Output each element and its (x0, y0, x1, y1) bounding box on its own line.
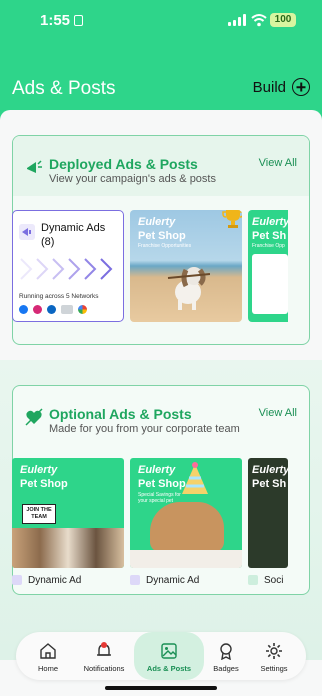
optional-ad-thumbnail: Eulerty Pet Shop Join the team (12, 458, 124, 568)
optional-ad-card-partial[interactable]: Eulerty Pet Sh Soci (248, 458, 288, 587)
tab-home-label: Home (37, 664, 58, 673)
optional-subtitle: Made for you from your corporate team (49, 423, 240, 435)
floor-photo (130, 550, 242, 568)
join-team-sign: Join the team (22, 504, 56, 524)
dynamic-ads-count: (8) (41, 236, 55, 248)
plus-circle-icon (292, 78, 310, 96)
home-indicator (105, 686, 217, 690)
thumb-brand-sub-2: Pet Sh (252, 230, 287, 242)
dynamic-ads-title: Dynamic Ads (8) (41, 221, 105, 249)
network-icons (19, 305, 87, 314)
thumb-tagline-2: Franchise Opp (252, 243, 285, 249)
deployed-ad-thumbnail[interactable]: Eulerty Pet Shop Franchise Opportunities (130, 210, 242, 322)
deployed-view-all-link[interactable]: View All (259, 157, 297, 169)
optional-ad-label-row: Dynamic Ad (12, 573, 124, 587)
social-icon (248, 575, 258, 585)
rabbit-photo (150, 502, 224, 552)
sim-icon (74, 15, 83, 26)
opt-brand-2: Eulerty (138, 464, 176, 476)
page-title: Ads & Posts (12, 78, 116, 99)
bing-icon (61, 305, 73, 314)
signal-icon (228, 14, 246, 26)
build-label: Build (252, 78, 286, 96)
bottom-tab-bar: Home Notifications Ads & Posts Badges Se… (16, 632, 306, 680)
trophy-icon (222, 210, 242, 228)
thumb-brand: Eulerty (138, 216, 176, 228)
dynamic-ads-label: Dynamic Ads (41, 222, 106, 234)
dynamic-ads-card[interactable]: Dynamic Ads (8) Running across 5 Network… (12, 210, 124, 322)
instagram-icon (33, 305, 42, 314)
optional-header: Optional Ads & Posts Made for you from y… (13, 386, 309, 446)
deployed-ad-thumbnail-partial[interactable]: Eulerty Pet Sh Franchise Opp (248, 210, 288, 322)
google-icon (78, 305, 87, 314)
linkedin-icon (47, 305, 56, 314)
tab-ads-posts-label: Ads & Posts (146, 664, 192, 673)
wifi-icon (251, 14, 267, 27)
optional-title: Optional Ads & Posts (49, 406, 192, 422)
optional-ad-card[interactable]: Eulerty Pet Shop Join the team Dynamic A… (12, 458, 124, 587)
battery-indicator: 100 (270, 13, 296, 27)
megaphone-icon (27, 160, 42, 173)
header-bar: 1:55 100 Ads & Posts Build (0, 0, 322, 120)
optional-ad-thumbnail: Eulerty Pet Shop Special Savings for you… (130, 458, 242, 568)
status-bar: 1:55 100 (0, 10, 322, 32)
badge-icon (220, 643, 232, 660)
tab-settings-label: Settings (260, 664, 288, 673)
deployed-subtitle: View your campaign's ads & posts (49, 173, 216, 185)
status-time: 1:55 (40, 12, 71, 29)
bell-icon (97, 642, 111, 656)
dog-photo (167, 267, 210, 310)
dynamic-ad-icon (130, 575, 140, 585)
thumb-brand-2: Eulerty (252, 216, 288, 228)
tab-notifications-label: Notifications (83, 664, 125, 673)
facebook-icon (19, 305, 28, 314)
opt-brand-3: Eulerty (252, 464, 288, 476)
dynamic-ad-icon (12, 575, 22, 585)
opt-brand-sub-1: Pet Shop (20, 478, 68, 490)
optional-ad-card[interactable]: Eulerty Pet Shop Special Savings for you… (130, 458, 242, 587)
optional-view-all-link[interactable]: View All (259, 407, 297, 419)
thumb-brand-sub: Pet Shop (138, 230, 186, 242)
image-icon (161, 643, 177, 659)
chevrons-graphic (20, 258, 113, 280)
optional-ad-label: Soci (264, 574, 284, 586)
opt-brand-sub-3: Pet Sh (252, 478, 287, 490)
optional-ad-thumbnail: Eulerty Pet Sh (248, 458, 288, 568)
opt-brand-1: Eulerty (20, 464, 58, 476)
opt-brand-sub-2: Pet Shop (138, 478, 186, 490)
deployed-header: Deployed Ads & Posts View your campaign'… (13, 136, 309, 196)
tab-ads-posts[interactable]: Ads & Posts (134, 632, 204, 680)
running-networks-text: Running across 5 Networks (19, 293, 99, 300)
tab-notifications[interactable]: Notifications (76, 632, 132, 680)
heart-arrow-icon (25, 408, 43, 426)
optional-ad-label: Dynamic Ad (146, 574, 200, 586)
party-hat-icon (182, 462, 208, 494)
gear-icon (266, 643, 282, 659)
tab-home[interactable]: Home (20, 632, 76, 680)
thumb-tagline: Franchise Opportunities (138, 243, 192, 249)
tab-settings[interactable]: Settings (246, 632, 302, 680)
optional-ad-label-row: Dynamic Ad (130, 573, 242, 587)
thumb-info-panel (252, 254, 288, 314)
dynamic-ads-icon (19, 224, 35, 240)
pets-photo (12, 528, 124, 568)
optional-ad-label-row: Soci (248, 573, 288, 587)
optional-carousel[interactable]: Eulerty Pet Shop Join the team Dynamic A… (12, 458, 288, 587)
optional-ad-label: Dynamic Ad (28, 574, 82, 586)
deployed-carousel[interactable]: Dynamic Ads (8) Running across 5 Network… (12, 210, 288, 322)
build-button[interactable]: Build (253, 78, 310, 96)
deployed-title: Deployed Ads & Posts (49, 156, 198, 172)
home-icon (40, 643, 56, 659)
